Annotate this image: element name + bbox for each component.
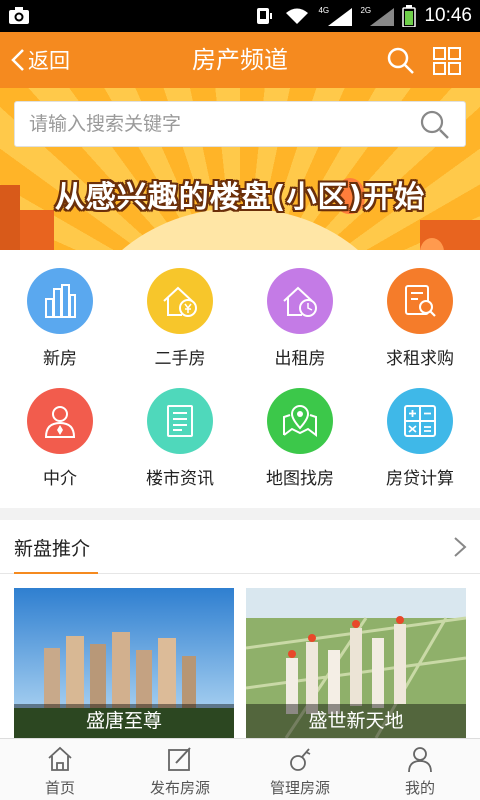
category-label: 新房 <box>43 349 77 369</box>
key-icon <box>290 748 311 771</box>
category-icon-circle <box>27 388 93 454</box>
tab-home[interactable]: 首页 <box>0 739 120 800</box>
news-document-icon <box>167 405 193 437</box>
category-rental[interactable]: 出租房 <box>240 250 360 370</box>
category-map[interactable]: 地图找房 <box>240 370 360 490</box>
signal-4g-icon: 4G <box>318 6 353 26</box>
back-button[interactable]: 返回 <box>10 32 70 88</box>
person-icon <box>408 747 432 773</box>
chevron-right-icon[interactable] <box>452 536 468 558</box>
category-label: 求租求购 <box>386 349 454 369</box>
buildings-icon <box>45 284 76 318</box>
house-yen-icon <box>163 286 197 317</box>
tab-mine[interactable]: 我的 <box>360 739 480 800</box>
category-loan-calculator[interactable]: 房贷计算 <box>360 370 480 490</box>
category-label: 房贷计算 <box>386 469 454 489</box>
category-new-house[interactable]: 新房 <box>0 250 120 370</box>
category-label: 中介 <box>43 469 77 489</box>
tab-label: 发布房源 <box>149 779 210 797</box>
banner-slogan: 从感兴趣的楼盘(小区)开始 <box>54 180 426 215</box>
document-search-icon <box>405 285 436 317</box>
house-clock-icon <box>283 286 317 317</box>
battery-icon <box>402 5 417 27</box>
category-icon-circle <box>387 388 453 454</box>
tab-publish-listing[interactable]: 发布房源 <box>120 739 240 800</box>
category-second-hand[interactable]: 二手房 <box>120 250 240 370</box>
listing-card[interactable]: 盛世新天地 <box>246 588 466 738</box>
category-label: 出租房 <box>274 349 326 369</box>
status-bar: 4G 2G 10:46 <box>0 0 480 32</box>
search-icon[interactable] <box>386 46 416 76</box>
category-icon-circle <box>147 268 213 334</box>
section-title: 新盘推介 <box>14 538 91 560</box>
app-header: 返回 房产频道 <box>0 32 480 88</box>
new-listings-section: 新盘推介 盛唐至尊 盛世新天地 <box>0 520 480 738</box>
category-news[interactable]: 楼市资讯 <box>120 370 240 490</box>
category-label: 楼市资讯 <box>146 469 214 489</box>
signal-2g-icon: 2G <box>360 6 395 26</box>
bottom-tab-bar: 首页 发布房源 管理房源 我的 <box>0 738 480 800</box>
vibrate-icon <box>257 8 273 24</box>
category-grid: 新房 二手房 出租房 求租求购 中介 楼市资讯 地图找房 房贷计算 <box>0 250 480 508</box>
back-label: 返回 <box>28 49 70 73</box>
category-icon-circle <box>267 268 333 334</box>
calculator-icon <box>404 405 436 437</box>
screenshot-camera-icon <box>9 7 29 24</box>
category-label: 地图找房 <box>266 469 334 489</box>
chevron-left-icon <box>11 49 24 71</box>
tab-label: 我的 <box>404 779 435 797</box>
tab-manage-listings[interactable]: 管理房源 <box>240 739 360 800</box>
listing-name: 盛世新天地 <box>246 704 466 738</box>
tab-label: 首页 <box>44 779 75 797</box>
search-icon[interactable] <box>419 109 451 141</box>
edit-icon <box>168 747 191 771</box>
agent-person-icon <box>44 406 76 438</box>
listing-name: 盛唐至尊 <box>14 704 234 738</box>
category-wanted[interactable]: 求租求购 <box>360 250 480 370</box>
category-agent[interactable]: 中介 <box>0 370 120 490</box>
tab-label: 管理房源 <box>269 779 330 797</box>
map-pin-icon <box>283 405 317 437</box>
grid-menu-icon[interactable] <box>432 46 462 76</box>
category-icon-circle <box>267 388 333 454</box>
category-icon-circle <box>387 268 453 334</box>
category-icon-circle <box>27 268 93 334</box>
listing-card[interactable]: 盛唐至尊 <box>14 588 234 738</box>
status-time: 10:46 <box>424 5 472 26</box>
category-label: 二手房 <box>154 349 206 369</box>
search-input[interactable] <box>15 102 415 146</box>
section-header: 新盘推介 <box>0 520 480 574</box>
section-title-underline <box>14 572 98 574</box>
home-icon <box>48 746 72 771</box>
wifi-icon <box>286 8 309 24</box>
search-bar[interactable] <box>14 101 466 147</box>
category-icon-circle <box>147 388 213 454</box>
